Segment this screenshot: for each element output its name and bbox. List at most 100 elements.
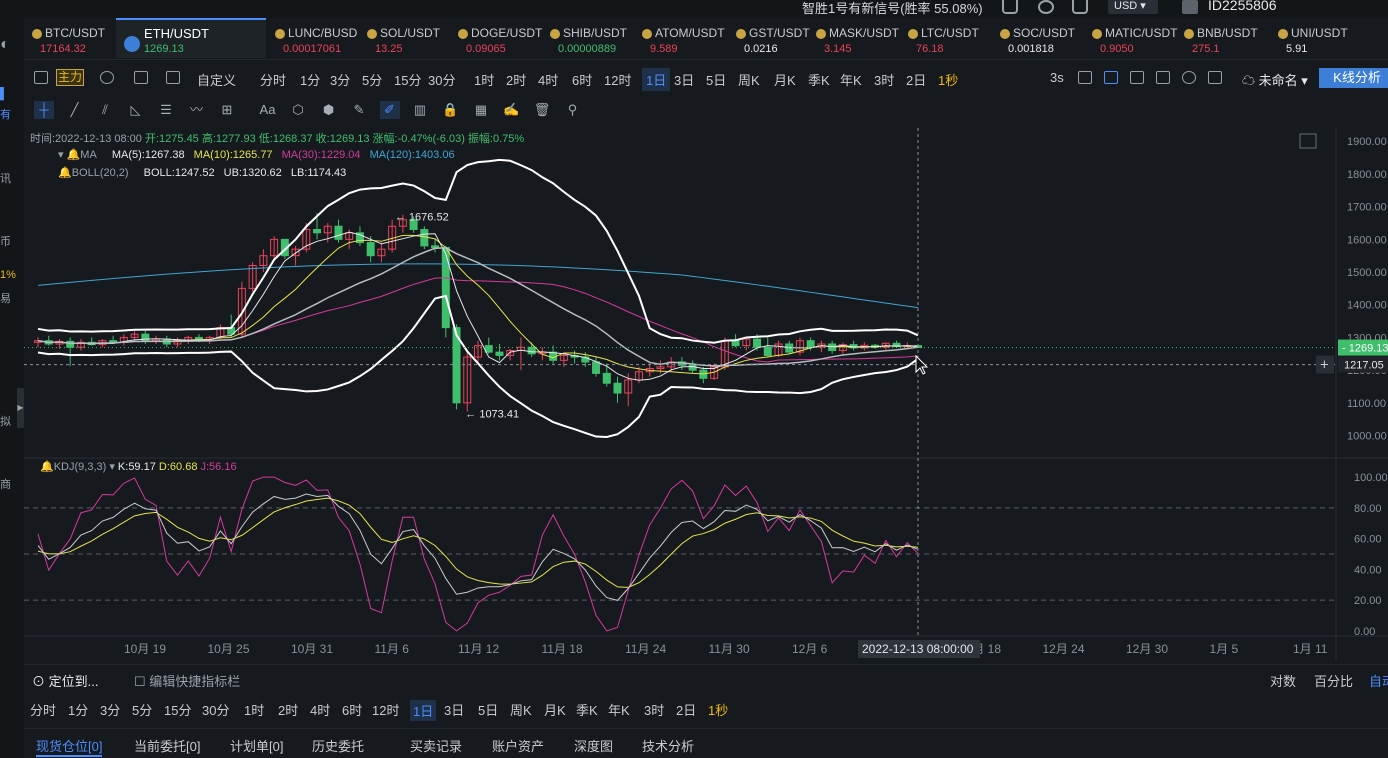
bottom-interval-12[interactable]: 3日 (444, 700, 464, 719)
bottom-interval-8[interactable]: 4时 (310, 700, 330, 719)
bottom-interval-10[interactable]: 12时 (372, 700, 399, 719)
interval-2[interactable]: 3分 (330, 70, 350, 89)
order-tab-5[interactable]: 账户资产 (492, 736, 544, 755)
line-icon[interactable]: ╱ (65, 101, 85, 119)
nav-item-market[interactable]: 有 (0, 106, 11, 122)
bottom-interval-7[interactable]: 2时 (278, 700, 298, 719)
search-icon[interactable] (1038, 0, 1054, 14)
ticker-tab[interactable]: UNI/USDT 5.91 (1278, 20, 1374, 60)
interval-7[interactable]: 2时 (506, 70, 526, 89)
fib2-icon[interactable]: ⬢ (319, 101, 339, 119)
bottom-interval-19[interactable]: 2日 (676, 700, 696, 719)
bottom-interval-15[interactable]: 月K (544, 700, 566, 719)
ticker-tab[interactable]: ETH/USDT 1269.13 (116, 18, 266, 58)
ticker-tab[interactable]: DOGE/USDT 0.09065 (458, 20, 546, 60)
chart-name-select[interactable]: ☁ 未命名 ▾ (1242, 70, 1308, 89)
interval-1[interactable]: 1分 (300, 70, 320, 89)
ticker-tab[interactable]: LTC/USDT 76.18 (908, 20, 996, 60)
grid-icon[interactable]: ▥ (410, 101, 430, 119)
layers-icon[interactable]: ▦ (471, 101, 491, 119)
order-tab-7[interactable]: 技术分析 (642, 736, 694, 755)
collapse-handle[interactable]: ▶ (17, 388, 24, 428)
wave-icon[interactable]: 〰 (187, 101, 207, 119)
fib-icon[interactable]: ⬡ (288, 101, 308, 119)
interval-19[interactable]: 2日 (906, 70, 926, 89)
pen-icon[interactable] (1104, 71, 1118, 84)
bottom-interval-2[interactable]: 3分 (100, 700, 120, 719)
auto-toggle[interactable]: 自动 (1369, 671, 1388, 690)
nav-item-coin[interactable]: 币 (0, 233, 11, 249)
nav-item-market-marker[interactable]: ▌ (0, 88, 8, 100)
trash-icon[interactable]: 🗑 (532, 101, 552, 119)
bell-icon[interactable] (1002, 0, 1018, 14)
percent-toggle[interactable]: 百分比 (1314, 671, 1353, 690)
magnet-icon[interactable]: ⚲ (563, 101, 583, 119)
nav-badge-icon[interactable]: ◐ (0, 36, 10, 54)
nav-item-news[interactable]: 讯 (0, 170, 11, 186)
ticker-tab[interactable]: MATIC/USDT 0.9050 (1092, 20, 1180, 60)
bottom-interval-16[interactable]: 季K (576, 700, 598, 719)
user-id[interactable]: ID2255806 (1208, 0, 1277, 13)
brush-icon[interactable]: ✎ (349, 101, 369, 119)
interval-9[interactable]: 6时 (572, 70, 592, 89)
hlines-icon[interactable]: ☰ (156, 101, 176, 119)
chart-svg[interactable]: 1900.00 1800.00 1700.00 1600.00 1500.00 1400.… (24, 128, 1388, 660)
interval-14[interactable]: 周K (738, 70, 760, 89)
interval-16[interactable]: 季K (808, 70, 830, 89)
lightning-icon[interactable] (100, 71, 114, 84)
ticker-tab[interactable]: SOL/USDT 13.25 (367, 20, 455, 60)
plus-icon[interactable]: + (1320, 357, 1329, 374)
custom-interval-select[interactable]: 自定义 (197, 70, 236, 89)
bottom-interval-14[interactable]: 周K (510, 700, 532, 719)
order-tab-4[interactable]: 买卖记录 (410, 736, 462, 755)
edit-indicator-button[interactable]: ☐ 编辑快捷指标栏 (134, 671, 240, 690)
kline-analysis-button[interactable]: K线分析 (1319, 68, 1388, 88)
bottom-interval-3[interactable]: 5分 (132, 700, 152, 719)
currency-select[interactable]: USD ▾ (1108, 0, 1158, 14)
interval-17[interactable]: 年K (840, 70, 862, 89)
pencil-icon[interactable]: ✐ (379, 101, 400, 119)
bottom-interval-20[interactable]: 1秒 (708, 700, 728, 719)
interval-4[interactable]: 15分 (394, 70, 421, 89)
bottom-interval-13[interactable]: 5日 (478, 700, 498, 719)
interval-8[interactable]: 4时 (538, 70, 558, 89)
interval-10[interactable]: 12时 (604, 70, 631, 89)
interval-3[interactable]: 5分 (362, 70, 382, 89)
interval-5[interactable]: 30分 (428, 70, 455, 89)
bottom-interval-0[interactable]: 分时 (30, 700, 56, 719)
text-icon[interactable]: Aa (258, 101, 278, 119)
measure-icon[interactable]: ⊞ (217, 101, 237, 119)
share-icon[interactable] (1072, 0, 1088, 14)
refresh-rate[interactable]: 3s (1050, 70, 1064, 85)
bottom-interval-1[interactable]: 1分 (68, 700, 88, 719)
interval-20[interactable]: 1秒 (938, 70, 958, 89)
calendar-icon[interactable] (134, 71, 148, 84)
parallel-icon[interactable]: ⫽ (95, 101, 115, 119)
bottom-interval-4[interactable]: 15分 (164, 700, 191, 719)
note-icon[interactable]: ✍ (502, 101, 522, 119)
bottom-interval-11[interactable]: 1日 (410, 700, 437, 721)
boll-legend-name[interactable]: 🔔BOLL(20,2) (58, 167, 135, 179)
main-force-button[interactable]: 主力 (56, 69, 84, 86)
ticker-tab[interactable]: LUNC/BUSD 0.00017061 (275, 20, 363, 60)
lock-icon[interactable]: 🔒 (441, 101, 461, 119)
kdj-legend-name[interactable]: 🔔KDJ(9,3,3) ▾ (40, 461, 115, 473)
order-tab-3[interactable]: 历史委托 (312, 736, 364, 755)
nav-item-trade[interactable]: 易 (0, 290, 11, 306)
ticker-tab[interactable]: BNB/USDT 275.1 (1184, 20, 1274, 60)
nav-item-percent[interactable]: 1% (0, 269, 16, 281)
interval-12[interactable]: 3日 (674, 70, 694, 89)
order-tab-2[interactable]: 计划单[0] (230, 736, 283, 755)
ticker-tab[interactable]: GST/USDT 0.0216 (736, 20, 814, 60)
save-icon[interactable] (1156, 71, 1170, 84)
ma-legend-name[interactable]: ▾ 🔔MA (58, 149, 103, 161)
nav-item-shop[interactable]: 商 (0, 476, 11, 492)
ticker-tab[interactable]: ATOM/USDT 9.589 (642, 20, 730, 60)
order-tab-6[interactable]: 深度图 (574, 736, 613, 755)
locate-button[interactable]: ⊙ 定位到... (32, 671, 98, 690)
fullscreen-icon[interactable] (1208, 71, 1222, 84)
indicator-icon[interactable] (34, 71, 48, 84)
bottom-interval-18[interactable]: 3时 (644, 700, 664, 719)
interval-13[interactable]: 5日 (706, 70, 726, 89)
angle-icon[interactable]: ◺ (126, 101, 146, 119)
